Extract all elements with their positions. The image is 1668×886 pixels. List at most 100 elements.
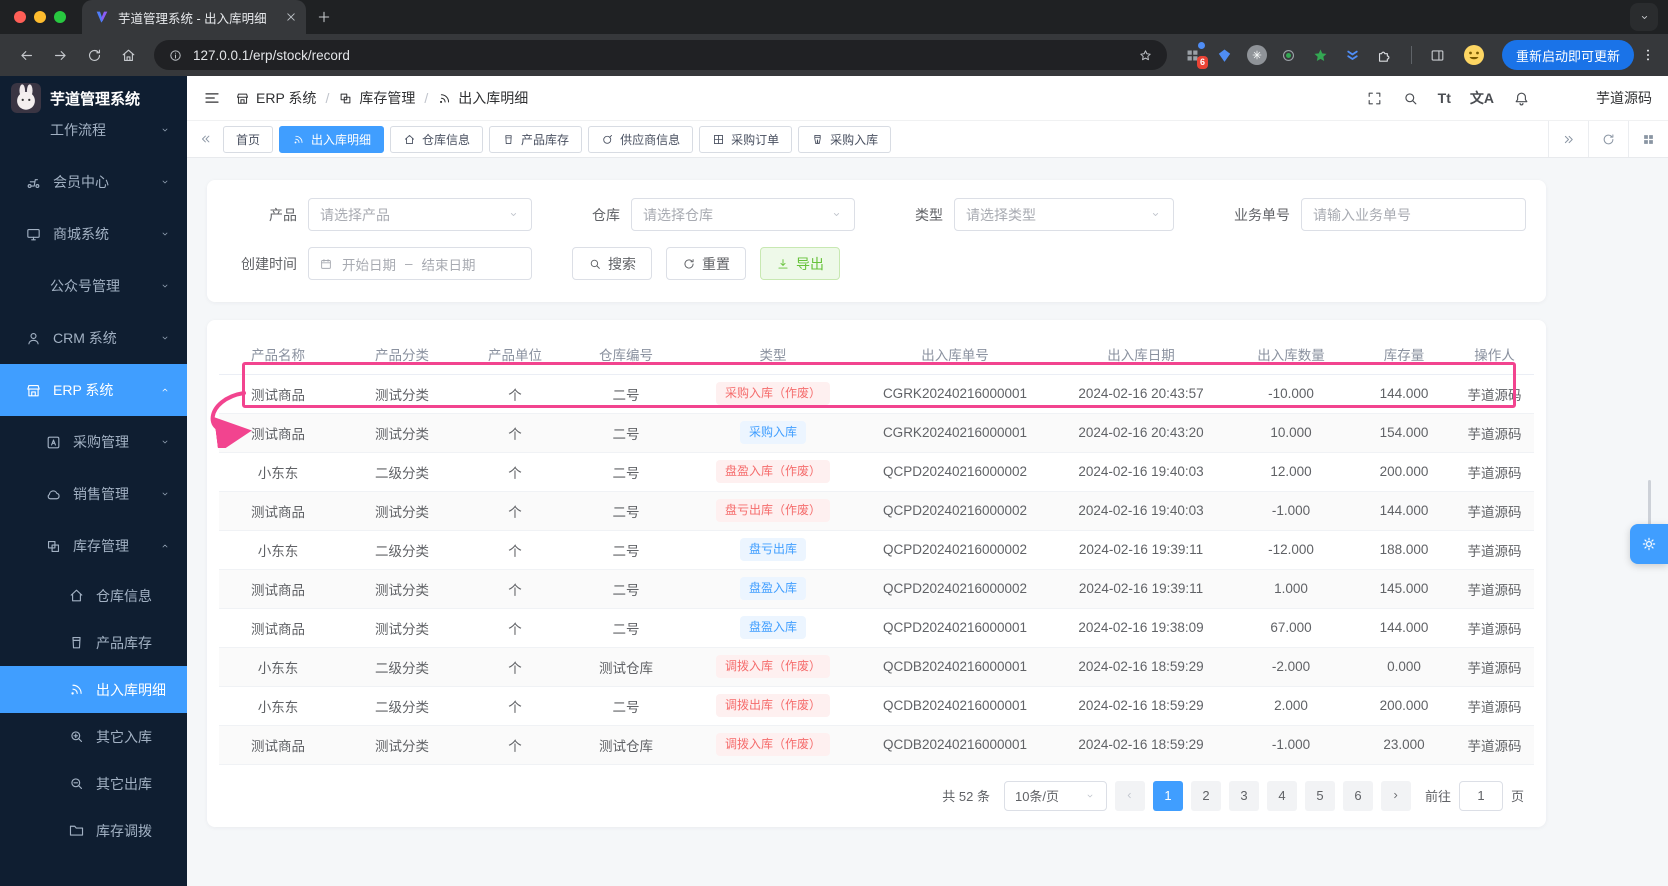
- breadcrumb-item-stock-admin[interactable]: 库存管理: [338, 88, 415, 108]
- tab-product-stock[interactable]: 产品库存: [489, 126, 582, 153]
- page-size-select[interactable]: 10条/页: [1004, 781, 1107, 811]
- breadcrumb-item-erp-system[interactable]: ERP 系统: [235, 88, 316, 108]
- cell-type: 盘盈入库: [689, 569, 857, 608]
- prev-page-button[interactable]: [1115, 781, 1145, 811]
- home-button[interactable]: [112, 39, 144, 71]
- extension-double-chevron-icon[interactable]: [1343, 45, 1363, 65]
- sidebar-item-stock-record[interactable]: 出入库明细: [0, 666, 187, 713]
- warehouse-label: 仓库: [592, 205, 620, 225]
- chevd-icon: [159, 436, 171, 448]
- goto-page-input[interactable]: [1459, 781, 1503, 811]
- scrollbar-thumb[interactable]: [1648, 480, 1651, 528]
- page-4-button[interactable]: 4: [1267, 781, 1297, 811]
- sidebar-item-warehouse-info[interactable]: 仓库信息: [0, 572, 187, 619]
- profile-avatar[interactable]: [1462, 43, 1486, 67]
- extension-snowflake-icon[interactable]: [1247, 45, 1267, 65]
- window-minimize-button[interactable]: [34, 11, 46, 23]
- sidebar-item-sales-admin[interactable]: 销售管理: [0, 468, 187, 520]
- warehouse-select[interactable]: 请选择仓库: [631, 198, 855, 231]
- extension-green-star-icon[interactable]: [1311, 45, 1331, 65]
- translate-icon[interactable]: 文A: [1470, 91, 1494, 105]
- sidebar-item-mp-admin[interactable]: 公众号管理: [0, 260, 187, 312]
- search-button[interactable]: 搜索: [572, 247, 652, 280]
- browser-tab[interactable]: 芋道管理系统 - 出入库明细: [82, 0, 306, 34]
- sidebar-item-label: 出入库明细: [96, 680, 166, 700]
- sidebar-item-purchase-admin[interactable]: 采购管理: [0, 416, 187, 468]
- next-page-button[interactable]: [1381, 781, 1411, 811]
- forward-button[interactable]: [44, 39, 76, 71]
- layout-grid-button[interactable]: [1628, 121, 1668, 157]
- sidebar-item-member-center[interactable]: 会员中心: [0, 156, 187, 208]
- cell-order-no: QCPD20240216000002: [857, 452, 1053, 491]
- tab-purchase-in[interactable]: 采购入库: [798, 126, 891, 153]
- tab-label: 供应商信息: [620, 131, 680, 148]
- extension-tab-manager-icon[interactable]: 6: [1183, 45, 1203, 65]
- tab-search-button[interactable]: [1630, 3, 1658, 31]
- fullscreen-icon[interactable]: [1366, 90, 1383, 107]
- sidebar-item-stock-admin[interactable]: 库存管理: [0, 520, 187, 572]
- scroll-tabs-right-button[interactable]: [1548, 121, 1588, 157]
- refresh-page-button[interactable]: [1588, 121, 1628, 157]
- sidebar-item-product-stock[interactable]: 产品库存: [0, 619, 187, 666]
- tab-warehouse-info[interactable]: 仓库信息: [390, 126, 483, 153]
- extension-green-dot-icon[interactable]: [1279, 45, 1299, 65]
- scroll-tabs-left-button[interactable]: [199, 132, 213, 146]
- sidebar-item-erp-system[interactable]: ERP 系统: [0, 364, 187, 416]
- page-1-button[interactable]: 1: [1153, 781, 1183, 811]
- type-select[interactable]: 请选择类型: [954, 198, 1174, 231]
- side-panel-button[interactable]: [1422, 39, 1454, 71]
- sidebar-item-mall-system[interactable]: 商城系统: [0, 208, 187, 260]
- browser-update-button[interactable]: 重新启动即可更新: [1502, 40, 1634, 70]
- cell-operator: 芋道源码: [1455, 569, 1534, 608]
- cell-warehouse-code: 二号: [563, 452, 689, 491]
- sidebar-item-other-in[interactable]: 其它入库: [0, 713, 187, 760]
- search-icon[interactable]: [1402, 90, 1419, 107]
- type-badge: 采购入库（作废）: [716, 382, 830, 404]
- cell-order-no: QCDB20240216000001: [857, 647, 1053, 686]
- page-2-button[interactable]: 2: [1191, 781, 1221, 811]
- reload-button[interactable]: [78, 39, 110, 71]
- page-3-button[interactable]: 3: [1229, 781, 1259, 811]
- reset-button[interactable]: 重置: [666, 247, 746, 280]
- tab-stock-record[interactable]: 出入库明细: [279, 126, 384, 153]
- page-5-button[interactable]: 5: [1305, 781, 1335, 811]
- sidebar-item-other-out[interactable]: 其它出库: [0, 760, 187, 807]
- bookmark-star-icon[interactable]: [1138, 48, 1153, 63]
- extension-puzzle-icon[interactable]: [1375, 45, 1395, 65]
- breadcrumb-separator: /: [325, 90, 329, 106]
- browser-menu-icon[interactable]: [1640, 47, 1656, 63]
- cell-product-name: 测试商品: [219, 374, 337, 413]
- date-range-picker[interactable]: 开始日期 – 结束日期: [308, 247, 532, 280]
- username[interactable]: 芋道源码: [1596, 88, 1652, 108]
- user-avatar[interactable]: [1549, 84, 1577, 112]
- type-badge: 盘盈入库（作废）: [716, 460, 830, 482]
- refresh-icon: [682, 257, 696, 271]
- extension-gem-icon[interactable]: [1215, 45, 1235, 65]
- page-6-button[interactable]: 6: [1343, 781, 1373, 811]
- tab-supplier-info[interactable]: 供应商信息: [588, 126, 693, 153]
- address-bar[interactable]: 127.0.0.1/erp/stock/record: [154, 40, 1167, 70]
- tab-close-icon[interactable]: [284, 10, 298, 24]
- window-close-button[interactable]: [14, 11, 26, 23]
- product-select[interactable]: 请选择产品: [308, 198, 532, 231]
- back-button[interactable]: [10, 39, 42, 71]
- biz-no-input[interactable]: [1301, 198, 1526, 231]
- collapse-sidebar-button[interactable]: [203, 89, 221, 107]
- settings-drawer-button[interactable]: [1630, 524, 1668, 564]
- sidebar-item-crm-system[interactable]: CRM 系统: [0, 312, 187, 364]
- breadcrumb-label: ERP 系统: [256, 88, 316, 108]
- notification-bell-icon[interactable]: [1513, 90, 1530, 107]
- font-size-icon[interactable]: Tt: [1438, 91, 1451, 105]
- cell-quantity: 67.000: [1229, 608, 1353, 647]
- grid-icon: [712, 133, 725, 146]
- breadcrumb-item-stock-record[interactable]: 出入库明细: [437, 88, 528, 108]
- window-maximize-button[interactable]: [54, 11, 66, 23]
- sidebar-item-stock-move[interactable]: 库存调拨: [0, 807, 187, 854]
- app-window: 芋道管理系统 工作流程会员中心商城系统公众号管理CRM 系统ERP 系统采购管理…: [0, 76, 1668, 886]
- tab-home[interactable]: 首页: [223, 126, 273, 153]
- tab-purchase-order[interactable]: 采购订单: [699, 126, 792, 153]
- site-info-icon[interactable]: [168, 48, 183, 63]
- export-button[interactable]: 导出: [760, 247, 840, 280]
- new-tab-button[interactable]: [316, 9, 332, 25]
- app-logo[interactable]: 芋道管理系统: [0, 76, 187, 120]
